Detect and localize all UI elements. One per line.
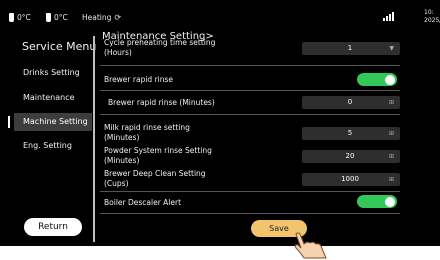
sidebar-item-maintenance[interactable]: Maintenance [14, 89, 92, 107]
setting-label: Powder System rinse Setting (Minutes) [104, 146, 212, 166]
clock: 10: 2025/08/ [424, 9, 440, 25]
setting-label: Milk rapid rinse setting (Minutes) [104, 123, 190, 143]
setting-label-line2: (Minutes) [104, 156, 140, 165]
edit-icon: ⊞ [388, 99, 394, 106]
cup-icon [46, 13, 51, 22]
setting-label-line1: Powder System rinse Setting [104, 146, 212, 155]
input-value: 0 [347, 98, 353, 106]
setting-label-line1: Brewer Deep Clean Setting [104, 169, 206, 178]
toggle-knob [385, 74, 395, 85]
brewer-rinse-minutes-input[interactable]: 0 ⊞ [302, 96, 400, 109]
screenshot: 0°C 0°C Heating ⟳ 10: 2025/08/ Service M… [0, 0, 440, 260]
status-text: Heating [82, 13, 112, 22]
setting-label: Boiler Descaler Alert [104, 198, 182, 207]
row-divider [100, 114, 400, 115]
machine-status: Heating ⟳ [82, 13, 121, 22]
pointing-hand-icon [294, 232, 327, 259]
setting-label: Brewer rapid rinse [104, 75, 174, 84]
setting-label-line2: (Hours) [104, 48, 132, 57]
input-value: 20 [345, 152, 355, 160]
temp-indicator-2: 0°C [46, 13, 68, 22]
chevron-down-icon: ▼ [389, 45, 394, 52]
return-button[interactable]: Return [24, 218, 82, 236]
sidebar-item-eng-setting[interactable]: Eng. Setting [14, 137, 92, 155]
brewer-rapid-rinse-toggle[interactable] [357, 73, 397, 86]
setting-label-line1: Cycle preheating time setting [104, 38, 216, 47]
row-divider [100, 90, 400, 91]
clock-date: 2025/08/ [424, 17, 440, 24]
dropdown-value: 1 [347, 44, 353, 52]
input-value: 1000 [341, 175, 359, 183]
device-screen: 0°C 0°C Heating ⟳ 10: 2025/08/ Service M… [0, 0, 440, 246]
temp-1: 0°C [17, 13, 31, 22]
setting-label-line2: (Minutes) [104, 133, 140, 142]
setting-label: Cycle preheating time setting (Hours) [104, 38, 215, 58]
status-bar: 0°C 0°C Heating ⟳ 10: 2025/08/ [0, 0, 440, 32]
edit-icon: ⊞ [388, 153, 394, 160]
sidebar-title: Service Menu [22, 40, 97, 53]
row-divider [100, 191, 400, 192]
edit-icon: ⊞ [388, 130, 394, 137]
sidebar-item-machine-setting[interactable]: Machine Setting [14, 113, 92, 131]
sidebar-item-drinks-setting[interactable]: Drinks Setting [14, 64, 92, 82]
row-divider [100, 213, 400, 214]
toggle-knob [385, 196, 395, 207]
boiler-descaler-alert-toggle[interactable] [357, 195, 397, 208]
cup-icon [9, 13, 14, 22]
row-divider [100, 65, 400, 66]
setting-label-line2: (Cups) [104, 179, 129, 188]
clock-time: 10: [424, 9, 434, 16]
setting-label: Brewer Deep Clean Setting (Cups) [104, 169, 206, 189]
powder-rinse-input[interactable]: 20 ⊞ [302, 150, 400, 163]
preheat-time-dropdown[interactable]: 1 ▼ [302, 42, 400, 55]
edit-icon: ⊞ [388, 176, 394, 183]
input-value: 5 [347, 129, 353, 137]
temp-indicator-1: 0°C [9, 13, 31, 22]
refresh-icon: ⟳ [114, 13, 122, 22]
deep-clean-cups-input[interactable]: 1000 ⊞ [302, 173, 400, 186]
temp-2: 0°C [54, 13, 68, 22]
active-marker [8, 116, 10, 128]
setting-label: Brewer rapid rinse (Minutes) [108, 98, 215, 107]
milk-rinse-input[interactable]: 5 ⊞ [302, 127, 400, 140]
sidebar-divider [93, 36, 95, 242]
signal-icon [383, 12, 394, 21]
setting-label-line1: Milk rapid rinse setting [104, 123, 190, 132]
